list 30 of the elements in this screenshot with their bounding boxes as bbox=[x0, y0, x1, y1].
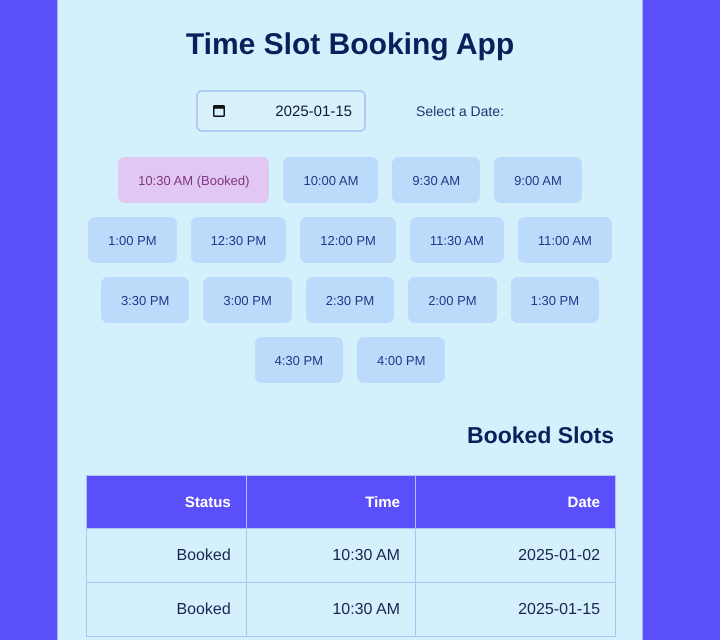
time-slot-button[interactable]: 1:00 PM bbox=[88, 217, 177, 263]
time-slot-button[interactable]: 9:30 AM bbox=[392, 157, 480, 203]
table-cell: Booked bbox=[86, 528, 246, 582]
app-title: Time Slot Booking App bbox=[184, 28, 516, 62]
time-slot-button[interactable]: 2:00 PM bbox=[408, 277, 497, 323]
time-slot-button[interactable]: 12:30 PM bbox=[190, 217, 286, 263]
table-cell: 2025-01-02 bbox=[416, 528, 616, 582]
date-field[interactable]: 2025-01-15 bbox=[196, 90, 366, 132]
time-slot-button[interactable]: 3:00 PM bbox=[203, 277, 292, 323]
table-cell: Booked bbox=[86, 582, 246, 636]
column-header: Date bbox=[416, 476, 616, 528]
date-label: Select a Date: bbox=[416, 103, 504, 119]
column-header: Status bbox=[86, 476, 246, 528]
time-slot-button[interactable]: 3:30 PM bbox=[100, 277, 190, 323]
table-cell: 2025-01-15 bbox=[416, 582, 616, 636]
time-slot-button[interactable]: 2:30 PM bbox=[306, 277, 394, 323]
time-slot-button[interactable]: 4:00 PM bbox=[357, 337, 446, 383]
column-header: Time bbox=[246, 476, 416, 528]
time-slot-button[interactable]: 11:00 AM bbox=[518, 217, 612, 263]
section-heading: Booked Slots bbox=[466, 421, 614, 449]
time-slot-button[interactable]: 9:00 AM bbox=[494, 157, 582, 203]
time-slot-button[interactable]: 11:30 AM bbox=[410, 217, 504, 263]
calendar-icon bbox=[213, 105, 226, 117]
time-slot-button[interactable]: 4:30 PM bbox=[254, 337, 343, 383]
time-slot-button[interactable]: 1:30 PM bbox=[510, 277, 600, 323]
booked-slot-button[interactable]: 10:30 AM (Booked) bbox=[118, 157, 270, 203]
table-cell: 10:30 AM bbox=[246, 582, 416, 636]
table-cell: 10:30 AM bbox=[246, 528, 416, 582]
time-slot-button[interactable]: 12:00 PM bbox=[300, 217, 396, 263]
time-slot-button[interactable]: 10:00 AM bbox=[283, 157, 378, 203]
